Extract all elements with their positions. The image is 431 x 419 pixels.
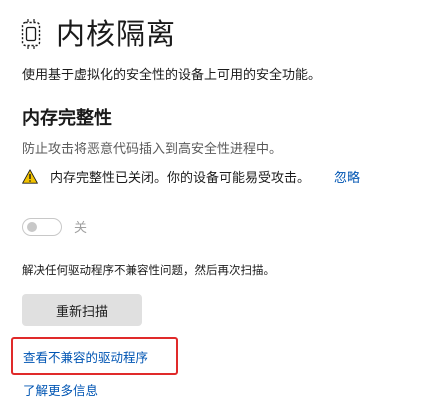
warning-icon bbox=[22, 169, 38, 184]
chip-icon bbox=[20, 18, 42, 50]
memory-integrity-toggle[interactable] bbox=[22, 217, 62, 236]
page-title: 内核隔离 bbox=[56, 16, 177, 51]
warning-text: 内存完整性已关闭。你的设备可能易受攻击。 bbox=[50, 171, 311, 186]
learn-more-link[interactable]: 了解更多信息 bbox=[23, 380, 98, 399]
toggle-state-label: 关 bbox=[74, 221, 88, 236]
view-incompatible-drivers-link[interactable]: 查看不兼容的驱动程序 bbox=[23, 347, 148, 366]
memory-integrity-toggle-row: 关 bbox=[22, 217, 87, 236]
ignore-link[interactable]: 忽略 bbox=[334, 167, 360, 186]
section-description: 防止攻击将恶意代码插入到高安全性进程中。 bbox=[22, 142, 283, 157]
page-description: 使用基于虚拟化的安全性的设备上可用的安全功能。 bbox=[22, 68, 322, 83]
section-title-memory-integrity: 内存完整性 bbox=[22, 108, 112, 129]
toggle-knob bbox=[27, 221, 37, 232]
warning-row: 内存完整性已关闭。你的设备可能易受攻击。 忽略 bbox=[22, 167, 360, 186]
page-header: 内核隔离 bbox=[20, 12, 176, 56]
resolve-instructions: 解决任何驱动程序不兼容性问题，然后再次扫描。 bbox=[22, 263, 275, 277]
rescan-button[interactable]: 重新扫描 bbox=[22, 294, 142, 326]
core-isolation-page: 内核隔离 使用基于虚拟化的安全性的设备上可用的安全功能。 内存完整性 防止攻击将… bbox=[0, 0, 431, 419]
